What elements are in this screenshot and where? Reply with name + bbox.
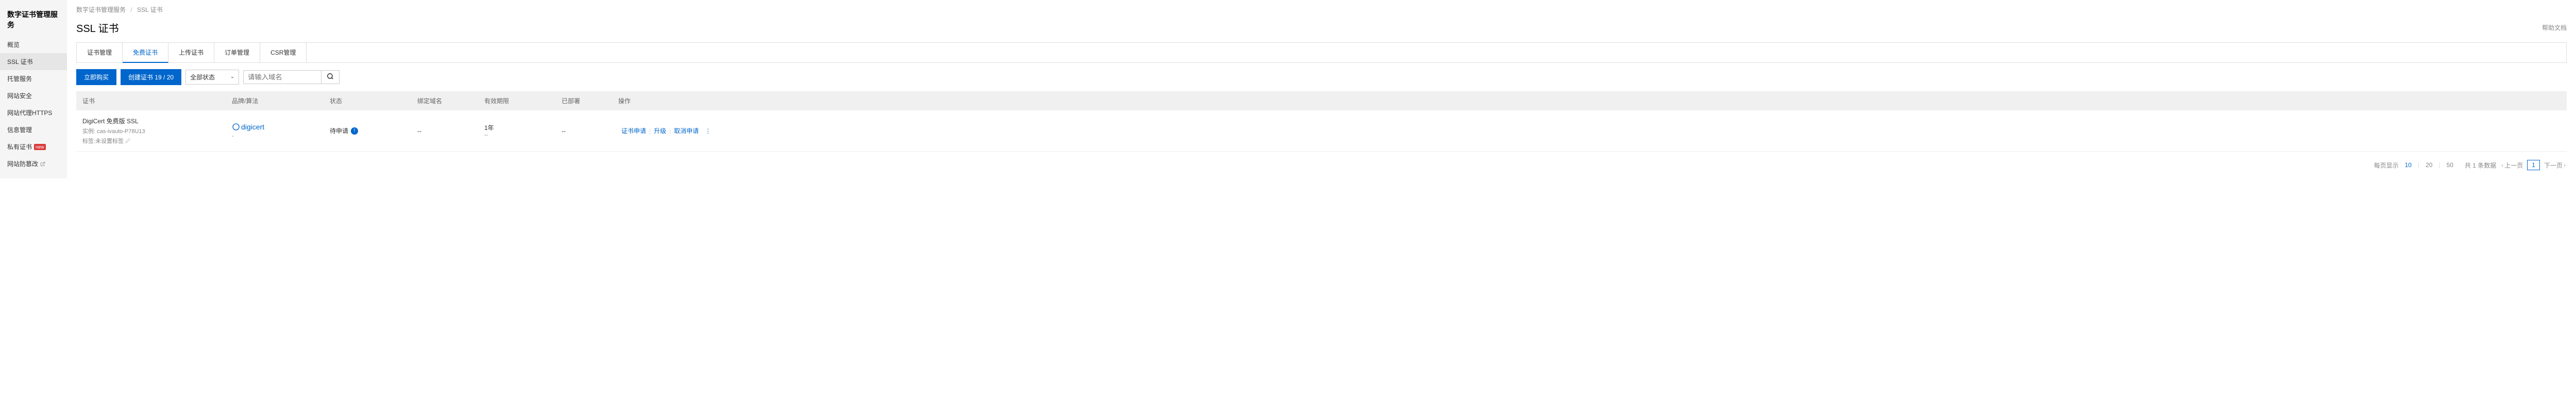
help-link[interactable]: 帮助文档 xyxy=(2542,23,2567,32)
status-filter-select[interactable]: 全部状态 xyxy=(185,70,239,85)
col-header-domain: 绑定域名 xyxy=(417,96,484,105)
table-row: DigiCert 免费版 SSL 实例: cas-ivauto-P78U13 标… xyxy=(76,110,2567,152)
page-size-10[interactable]: 10 xyxy=(2403,161,2414,169)
tab-csr-manage[interactable]: CSR管理 xyxy=(260,43,307,62)
cert-tags: 标签:未设置标签 xyxy=(82,137,232,145)
prev-page[interactable]: 上一页 xyxy=(2500,161,2523,170)
deployed-cell: -- xyxy=(562,127,618,135)
pagination: 每页显示 10 | 20 | 50 共 1 条数据 上一页 1 下一页 xyxy=(76,152,2567,178)
col-header-action: 操作 xyxy=(618,96,2561,105)
sidebar-item-anti-tamper[interactable]: 网站防篡改 xyxy=(0,155,67,172)
sidebar-item-security[interactable]: 网站安全 xyxy=(0,87,67,104)
search-icon xyxy=(327,73,334,80)
page-size-50[interactable]: 50 xyxy=(2445,161,2455,169)
validity-text: 1年 xyxy=(484,123,562,132)
tab-cert-manage[interactable]: 证书管理 xyxy=(77,43,123,62)
main-content: 数字证书管理服务 / SSL 证书 SSL 证书 帮助文档 证书管理 免费证书 … xyxy=(67,0,2576,178)
page-title: SSL 证书 xyxy=(76,20,119,35)
new-badge: new xyxy=(34,144,46,150)
action-upgrade[interactable]: 升级 xyxy=(651,126,669,135)
create-cert-button[interactable]: 创建证书 19 / 20 xyxy=(121,69,181,85)
action-apply[interactable]: 证书申请 xyxy=(618,126,649,135)
sidebar-item-ssl[interactable]: SSL 证书 xyxy=(0,53,67,70)
sidebar-item-proxy-https[interactable]: 网站代理HTTPS xyxy=(0,104,67,121)
sidebar-item-info[interactable]: 信息管理 xyxy=(0,121,67,138)
sidebar-item-hosting[interactable]: 托管服务 xyxy=(0,70,67,87)
breadcrumb-root[interactable]: 数字证书管理服务 xyxy=(76,6,126,13)
next-page[interactable]: 下一页 xyxy=(2544,161,2567,170)
cert-instance: 实例: cas-ivauto-P78U13 xyxy=(82,127,232,135)
tab-order-manage[interactable]: 订单管理 xyxy=(214,43,260,62)
status-text: 待申请 xyxy=(330,126,348,135)
digicert-icon xyxy=(232,123,240,131)
action-cancel[interactable]: 取消申请 xyxy=(671,126,702,135)
validity-sub: -- xyxy=(484,132,562,138)
sidebar-title: 数字证书管理服务 xyxy=(0,5,67,36)
page-size-20[interactable]: 20 xyxy=(2424,161,2434,169)
breadcrumb: 数字证书管理服务 / SSL 证书 xyxy=(76,5,2567,18)
total-label: 共 1 条数据 xyxy=(2465,161,2496,170)
col-header-cert: 证书 xyxy=(82,96,232,105)
brand-sub: - xyxy=(232,133,330,139)
col-header-brand: 品牌/算法 xyxy=(232,96,330,105)
tabs: 证书管理 免费证书 上传证书 订单管理 CSR管理 xyxy=(76,42,2567,63)
domain-cell: -- xyxy=(417,127,484,135)
more-actions-icon[interactable]: ⋮ xyxy=(702,127,715,135)
search-button[interactable] xyxy=(321,71,339,84)
info-icon[interactable]: ! xyxy=(351,127,358,135)
page-current[interactable]: 1 xyxy=(2527,160,2540,170)
buy-button[interactable]: 立即购买 xyxy=(76,69,116,85)
col-header-status: 状态 xyxy=(330,96,417,105)
external-link-icon xyxy=(40,161,45,167)
col-header-validity: 有效期限 xyxy=(484,96,562,105)
pencil-icon[interactable] xyxy=(125,138,130,143)
sidebar-item-private-cert[interactable]: 私有证书 new xyxy=(0,138,67,155)
search-box xyxy=(243,70,340,84)
brand-logo: digicert xyxy=(232,123,330,131)
search-input[interactable] xyxy=(244,71,321,84)
cert-name: DigiCert 免费版 SSL xyxy=(82,117,232,125)
tab-upload-cert[interactable]: 上传证书 xyxy=(168,43,214,62)
col-header-deployed: 已部署 xyxy=(562,96,618,105)
cert-table: 证书 品牌/算法 状态 绑定域名 有效期限 已部署 操作 DigiCert 免费… xyxy=(76,91,2567,152)
tab-free-cert[interactable]: 免费证书 xyxy=(123,43,168,63)
chevron-right-icon xyxy=(2563,163,2567,168)
per-page-label: 每页显示 xyxy=(2374,161,2399,170)
sidebar-item-overview[interactable]: 概览 xyxy=(0,36,67,53)
table-header: 证书 品牌/算法 状态 绑定域名 有效期限 已部署 操作 xyxy=(76,91,2567,110)
sidebar: 数字证书管理服务 概览 SSL 证书 托管服务 网站安全 网站代理HTTPS 信… xyxy=(0,0,67,178)
breadcrumb-current: SSL 证书 xyxy=(137,6,163,13)
toolbar: 立即购买 创建证书 19 / 20 全部状态 xyxy=(76,69,2567,85)
chevron-down-icon xyxy=(230,75,234,79)
